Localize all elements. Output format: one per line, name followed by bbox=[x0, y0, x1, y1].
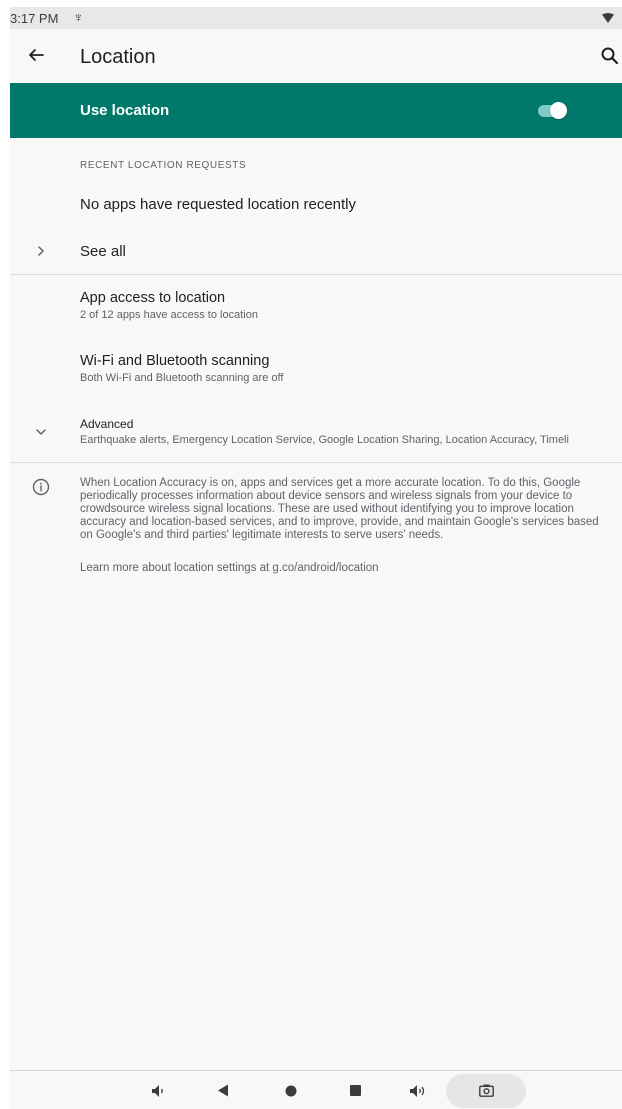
screenshot-button[interactable] bbox=[446, 1074, 526, 1108]
volume-up-icon bbox=[410, 1084, 425, 1097]
navigation-bar bbox=[10, 1070, 622, 1109]
screenshot-icon bbox=[479, 1084, 494, 1097]
advanced-title: Advanced bbox=[80, 417, 134, 431]
back-button[interactable] bbox=[24, 43, 48, 67]
device-screen: 3:17 PM ♆ Location Use location RECENT L… bbox=[10, 7, 622, 1109]
no-recent-requests-text: No apps have requested location recently bbox=[80, 196, 357, 213]
scanning-row[interactable]: Wi-Fi and Bluetooth scanning Both Wi-Fi … bbox=[10, 341, 622, 397]
learn-more-link[interactable]: Learn more about location settings at g.… bbox=[80, 562, 379, 574]
home-icon bbox=[285, 1085, 297, 1096]
wifi-icon bbox=[602, 13, 614, 23]
usb-icon: ♆ bbox=[73, 9, 84, 25]
arrow-back-icon bbox=[29, 49, 44, 61]
search-icon[interactable] bbox=[598, 44, 622, 68]
advanced-subtitle: Earthquake alerts, Emergency Location Se… bbox=[80, 434, 569, 446]
use-location-toggle[interactable] bbox=[538, 102, 567, 119]
app-bar: Location bbox=[10, 29, 622, 83]
use-location-switch-bar[interactable]: Use location bbox=[10, 83, 622, 138]
nav-home-button[interactable] bbox=[280, 1071, 302, 1109]
see-all-label: See all bbox=[80, 243, 126, 260]
app-access-row[interactable]: App access to location 2 of 12 apps have… bbox=[10, 279, 622, 335]
status-time: 3:17 PM bbox=[10, 11, 59, 26]
chevron-down-icon bbox=[36, 429, 46, 435]
chevron-right-icon bbox=[38, 246, 44, 256]
scanning-subtitle: Both Wi-Fi and Bluetooth scanning are of… bbox=[80, 372, 284, 384]
recents-icon bbox=[349, 1085, 361, 1096]
app-access-title: App access to location bbox=[80, 290, 226, 306]
volume-down-button[interactable] bbox=[148, 1071, 170, 1109]
app-access-subtitle: 2 of 12 apps have access to location bbox=[80, 309, 258, 321]
status-bar: 3:17 PM ♆ bbox=[10, 7, 622, 29]
see-all-row[interactable]: See all bbox=[10, 229, 622, 274]
nav-back-button[interactable] bbox=[212, 1071, 234, 1109]
divider bbox=[10, 274, 622, 275]
nav-recents-button[interactable] bbox=[344, 1071, 366, 1109]
recent-requests-header: RECENT LOCATION REQUESTS bbox=[80, 160, 247, 171]
toggle-thumb bbox=[550, 102, 567, 119]
divider bbox=[10, 462, 622, 463]
volume-down-icon bbox=[152, 1084, 163, 1097]
page-title: Location bbox=[80, 46, 156, 68]
scanning-title: Wi-Fi and Bluetooth scanning bbox=[80, 353, 270, 369]
location-accuracy-info-text: When Location Accuracy is on, apps and s… bbox=[80, 477, 599, 541]
volume-up-button[interactable] bbox=[406, 1071, 430, 1109]
back-icon bbox=[218, 1084, 228, 1097]
use-location-label: Use location bbox=[80, 102, 170, 119]
info-icon bbox=[32, 478, 50, 496]
advanced-row[interactable]: Advanced Earthquake alerts, Emergency Lo… bbox=[10, 404, 622, 460]
